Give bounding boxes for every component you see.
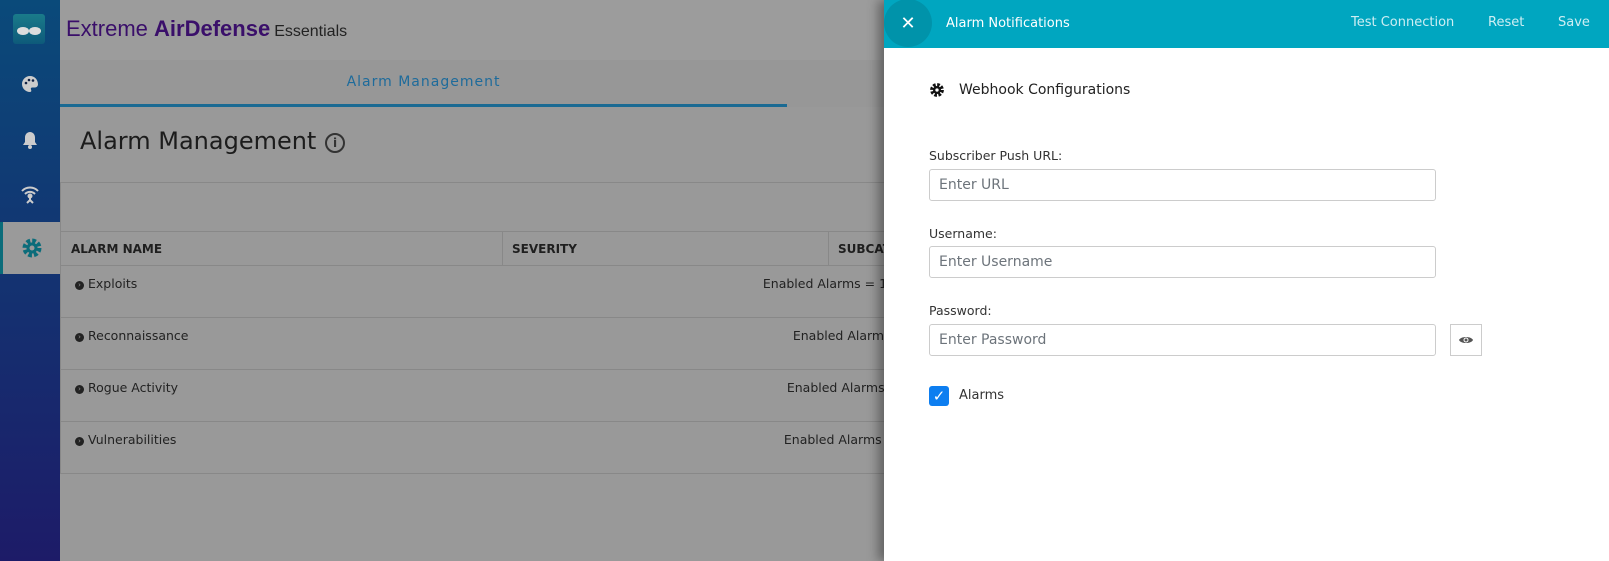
alarm-name: Reconnaissance [88, 328, 189, 343]
table-row[interactable]: › Reconnaissance Enabled Alarms = 9 [61, 318, 960, 370]
section-heading: Webhook Configurations [929, 82, 1130, 98]
close-icon: ✕ [900, 12, 916, 34]
antenna-icon [21, 186, 39, 204]
alarm-name: Exploits [88, 276, 138, 291]
sidebar [0, 0, 60, 561]
alarm-name: Vulnerabilities [88, 432, 177, 447]
tab-alarm-management[interactable]: Alarm Management [60, 60, 787, 107]
reset-button[interactable]: Reset [1488, 15, 1524, 30]
sidebar-item-dashboard[interactable] [0, 58, 60, 110]
page-title: Alarm Management [80, 127, 317, 155]
chevron-right-icon[interactable]: › [75, 437, 84, 446]
alarm-notifications-panel: ✕ Alarm Notifications Test Connection Re… [884, 0, 1609, 561]
palette-icon [22, 76, 38, 92]
alarms-label: Alarms [959, 388, 1005, 403]
gear-icon [22, 238, 41, 258]
url-label: Subscriber Push URL: [929, 148, 1063, 163]
username-label: Username: [929, 226, 997, 241]
sidebar-item-settings[interactable] [0, 222, 60, 274]
chevron-right-icon[interactable]: › [75, 333, 84, 342]
close-button[interactable]: ✕ [884, 0, 932, 47]
column-header-severity[interactable]: SEVERITY [512, 242, 577, 256]
table-row[interactable]: › Vulnerabilities Enabled Alarms = 19 [61, 422, 960, 474]
gear-icon [930, 83, 944, 97]
alarm-table: ALARM NAME SEVERITY SUBCAT › Exploits Enab… [60, 231, 960, 474]
column-header-alarm-name[interactable]: ALARM NAME [71, 242, 162, 256]
enabled-count: Enabled Alarms = 12 [762, 276, 895, 291]
password-input[interactable] [929, 324, 1436, 356]
password-label: Password: [929, 303, 992, 318]
logo[interactable] [13, 14, 45, 44]
table-row[interactable]: › Exploits Enabled Alarms = 12 [61, 266, 960, 318]
alarm-name: Rogue Activity [88, 380, 179, 395]
sidebar-item-sensors[interactable] [0, 168, 60, 220]
checkmark-icon: ✓ [932, 387, 946, 405]
show-password-button[interactable] [1450, 324, 1482, 356]
chevron-right-icon[interactable]: › [75, 281, 84, 290]
eye-icon [1459, 337, 1473, 343]
info-icon[interactable]: i [325, 133, 345, 153]
section-title: Webhook Configurations [959, 82, 1131, 98]
column-header-subcategory[interactable]: SUBCAT [838, 242, 891, 256]
panel-title: Alarm Notifications [946, 16, 1070, 31]
brand-logo: Extreme AirDefense Essentials [66, 16, 348, 41]
sidebar-item-alarms[interactable] [0, 114, 60, 166]
test-connection-button[interactable]: Test Connection [1351, 15, 1454, 30]
panel-header: ✕ Alarm Notifications Test Connection Re… [884, 0, 1609, 48]
save-button[interactable]: Save [1558, 15, 1590, 30]
bell-icon [23, 132, 37, 149]
alarms-checkbox[interactable]: ✓ [929, 386, 949, 406]
username-input[interactable] [929, 246, 1436, 278]
table-header: ALARM NAME SEVERITY SUBCAT [61, 231, 960, 266]
subscriber-url-input[interactable] [929, 169, 1436, 201]
chevron-right-icon[interactable]: › [75, 385, 84, 394]
table-row[interactable]: › Rogue Activity Enabled Alarms = 2 [61, 370, 960, 422]
